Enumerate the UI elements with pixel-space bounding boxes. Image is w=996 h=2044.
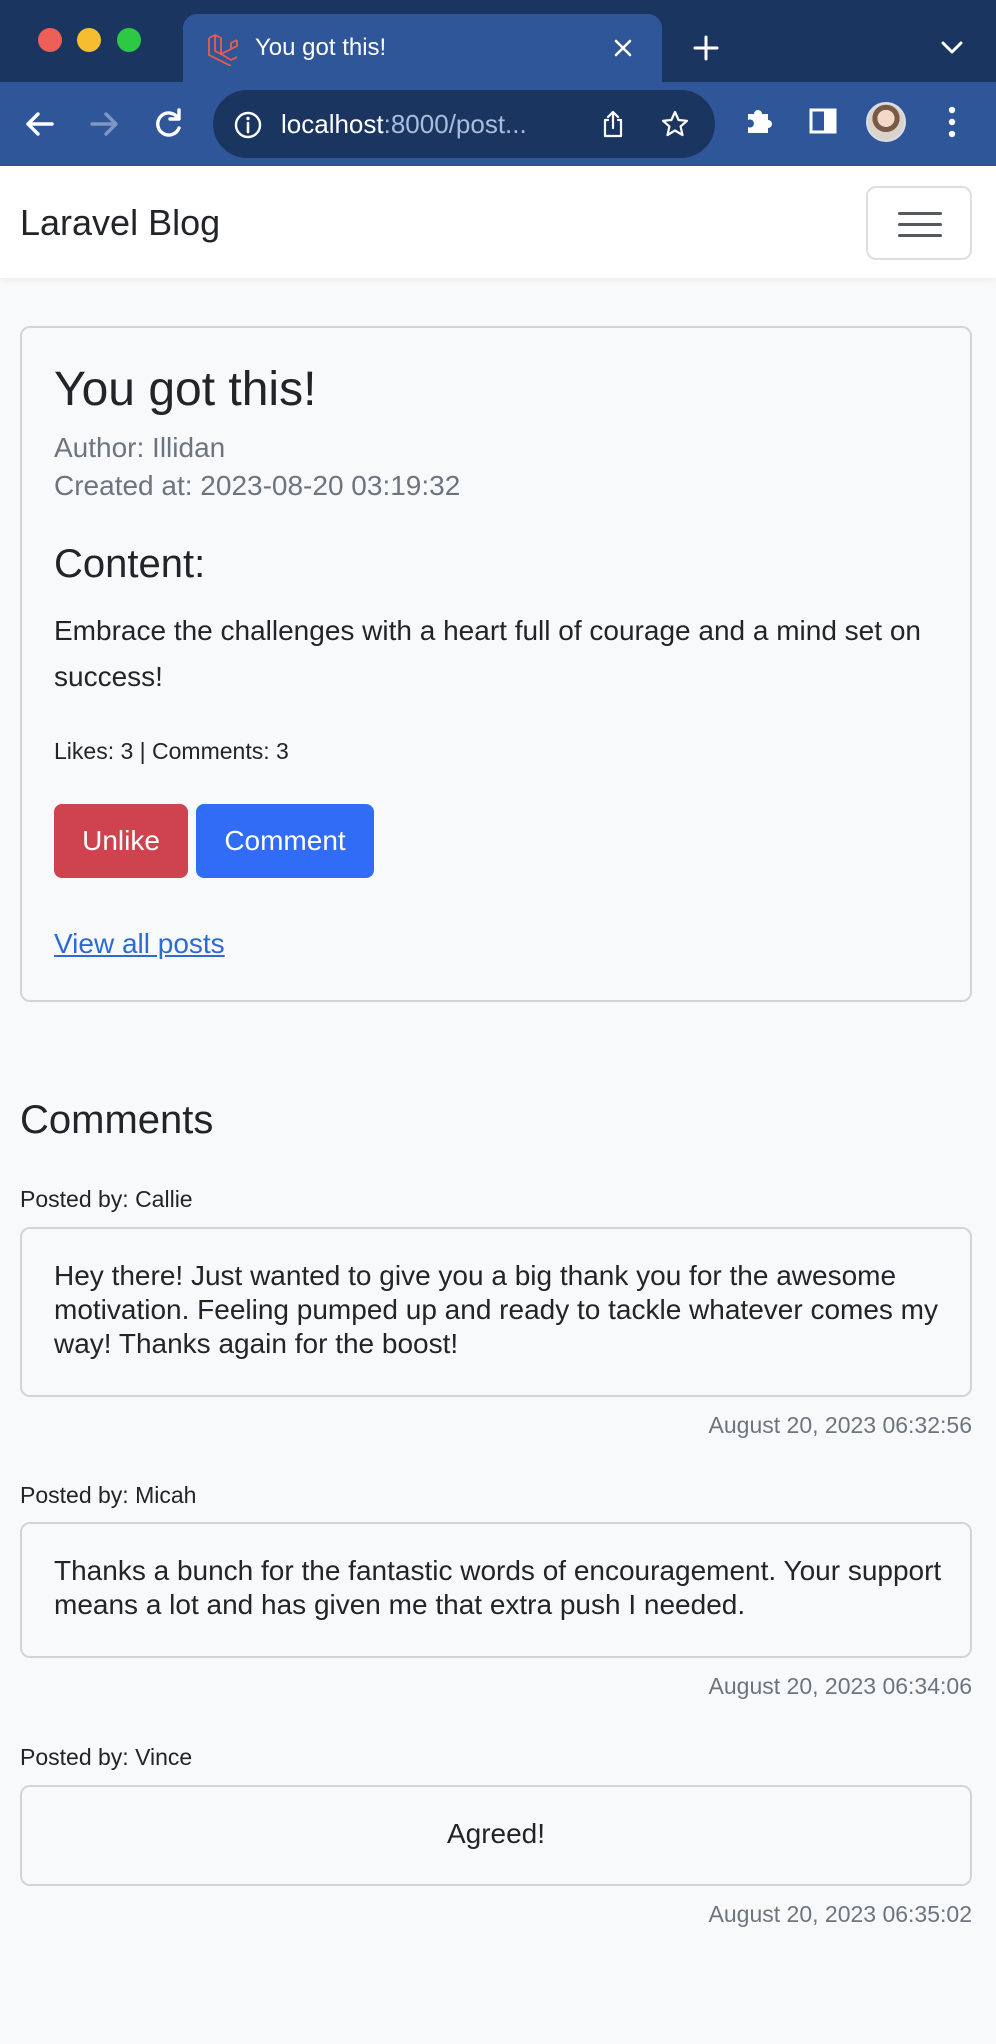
- tab-title: You got this!: [255, 34, 387, 61]
- browser-toolbar: localhost:8000/post...: [0, 82, 996, 166]
- comment-author: Posted by: Callie: [20, 1186, 193, 1212]
- puzzle-icon[interactable]: [743, 104, 775, 136]
- post-created-at: Created at: 2023-08-20 03:19:32: [54, 470, 461, 501]
- post-card: You got this! Author: Illidan Created at…: [20, 326, 972, 1002]
- post-author: Author: Illidan: [54, 432, 226, 463]
- back-arrow-icon[interactable]: [20, 104, 60, 144]
- url-text: localhost:8000/post...: [281, 109, 527, 140]
- hamburger-icon: [898, 234, 942, 237]
- comment-box: Agreed!: [20, 1785, 972, 1886]
- hamburger-icon: [898, 212, 942, 215]
- chevron-down-icon[interactable]: [938, 36, 966, 58]
- url-host: localhost: [281, 109, 384, 139]
- comment-text: Agreed!: [446, 1818, 546, 1849]
- comment-button[interactable]: Comment: [196, 804, 374, 878]
- comment-box: Hey there! Just wanted to give you a big…: [20, 1227, 972, 1397]
- unlike-button[interactable]: Unlike: [54, 804, 188, 878]
- comment-date: August 20, 2023 06:34:06: [708, 1673, 972, 1699]
- comment-date: August 20, 2023 06:35:02: [708, 1901, 972, 1927]
- plus-icon[interactable]: [692, 34, 720, 62]
- comments-heading: Comments: [20, 1098, 214, 1142]
- post-content: Embrace the challenges with a heart full…: [54, 615, 921, 692]
- comment-date: August 20, 2023 06:32:56: [708, 1412, 972, 1438]
- window-close-button[interactable]: [38, 28, 62, 52]
- site-navbar: Laravel Blog: [0, 166, 996, 278]
- more-vert-icon[interactable]: [948, 106, 956, 138]
- browser-tab-strip: You got this!: [0, 0, 996, 82]
- post-title: You got this!: [54, 363, 317, 416]
- url-path: :8000/post...: [383, 109, 527, 139]
- reload-icon[interactable]: [148, 104, 188, 144]
- close-icon[interactable]: [611, 36, 635, 60]
- post-stats: Likes: 3 | Comments: 3: [54, 738, 289, 764]
- navbar-toggler-button[interactable]: [866, 186, 972, 260]
- window-zoom-button[interactable]: [117, 28, 141, 52]
- browser-tab[interactable]: You got this!: [183, 14, 662, 82]
- laravel-icon: [208, 33, 238, 66]
- comment-text: Hey there! Just wanted to give you a big…: [54, 1260, 939, 1359]
- window-minimize-button[interactable]: [77, 28, 101, 52]
- comment-author: Posted by: Vince: [20, 1744, 193, 1770]
- navbar-brand[interactable]: Laravel Blog: [20, 202, 220, 244]
- comment-box: Thanks a bunch for the fantastic words o…: [20, 1522, 972, 1658]
- side-panel-icon[interactable]: [808, 106, 838, 136]
- forward-arrow-icon[interactable]: [84, 104, 124, 144]
- hamburger-icon: [898, 223, 942, 226]
- share-icon[interactable]: [598, 109, 628, 139]
- view-all-posts-link[interactable]: View all posts: [54, 928, 225, 960]
- info-icon[interactable]: [233, 110, 263, 140]
- comment-author: Posted by: Micah: [20, 1482, 197, 1508]
- profile-avatar[interactable]: [866, 102, 906, 142]
- address-bar[interactable]: localhost:8000/post...: [213, 90, 715, 158]
- content-heading: Content:: [54, 542, 206, 586]
- comment-text: Thanks a bunch for the fantastic words o…: [54, 1555, 942, 1620]
- star-icon[interactable]: [660, 109, 690, 139]
